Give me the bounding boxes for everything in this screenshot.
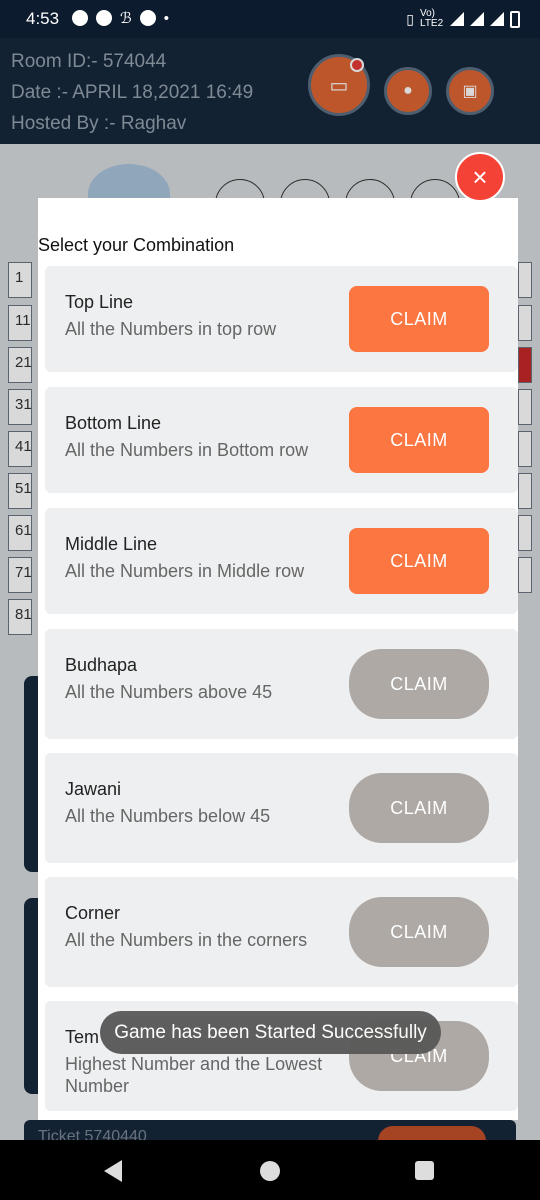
app-notification-icon: [96, 10, 112, 26]
combination-title: Middle Line: [65, 534, 158, 554]
facebook-icon: [139, 10, 156, 26]
notification-icons: ℬ •: [72, 9, 169, 27]
signal-2-icon: [490, 12, 504, 26]
system-navigation-bar: [0, 1140, 540, 1200]
claim-button-top-line[interactable]: CLAIM: [349, 286, 489, 352]
vibrate-icon: ▯: [406, 10, 414, 27]
combination-dialog: Select your Combination Top Line All the…: [38, 198, 518, 1120]
signal-icon: [470, 12, 484, 26]
combination-description: All the Numbers in top row: [65, 319, 277, 339]
chat-notification-icon: [72, 10, 88, 26]
claim-button-budhapa[interactable]: CLAIM: [349, 649, 489, 719]
claim-button-corner[interactable]: CLAIM: [349, 897, 489, 967]
combination-title: Top Line: [65, 292, 134, 312]
battery-icon: [510, 10, 520, 28]
claim-button-jawani[interactable]: CLAIM: [349, 773, 489, 843]
claim-button-bottom-line[interactable]: CLAIM: [349, 407, 489, 473]
more-dot-icon: •: [163, 9, 170, 27]
combination-description: All the Numbers below 45: [65, 806, 271, 826]
system-icons: ▯ Vo) LTE2: [406, 9, 520, 29]
combination-description: All the Numbers in Bottom row: [65, 440, 309, 460]
claim-button-middle-line[interactable]: CLAIM: [349, 528, 489, 594]
translate-icon: ℬ: [120, 10, 132, 27]
combination-description: Highest Number and the Lowest Number: [65, 1054, 323, 1096]
combination-card: Top Line All the Numbers in top row CLAI…: [45, 266, 518, 372]
combination-title: Tem: [65, 1027, 100, 1047]
combination-title: Jawani: [65, 779, 122, 799]
wifi-icon: [450, 12, 464, 26]
combination-title: Bottom Line: [65, 413, 162, 433]
back-icon[interactable]: [104, 1160, 122, 1182]
combination-card: Corner All the Numbers in the corners CL…: [45, 877, 518, 987]
combination-card: Budhapa All the Numbers above 45 CLAIM: [45, 629, 518, 739]
dialog-title: Select your Combination: [38, 235, 235, 255]
combination-card: Bottom Line All the Numbers in Bottom ro…: [45, 387, 518, 493]
combination-description: All the Numbers in Middle row: [65, 561, 305, 581]
combination-description: All the Numbers in the corners: [65, 930, 308, 950]
status-bar: 4:53 ℬ • ▯ Vo) LTE2: [0, 0, 540, 38]
combination-title: Corner: [65, 903, 121, 923]
clock: 4:53: [26, 9, 60, 28]
home-icon[interactable]: [260, 1161, 280, 1181]
recent-apps-icon[interactable]: [415, 1161, 434, 1180]
combination-title: Budhapa: [65, 655, 138, 675]
combination-description: All the Numbers above 45: [65, 682, 273, 702]
network-label: Vo) LTE2: [420, 8, 444, 29]
combination-card: Jawani All the Numbers below 45 CLAIM: [45, 753, 518, 863]
toast-message: Game has been Started Successfully: [100, 1011, 441, 1054]
combination-card: Middle Line All the Numbers in Middle ro…: [45, 508, 518, 614]
close-dialog-button[interactable]: ×: [455, 152, 505, 202]
close-icon: ×: [472, 161, 488, 192]
